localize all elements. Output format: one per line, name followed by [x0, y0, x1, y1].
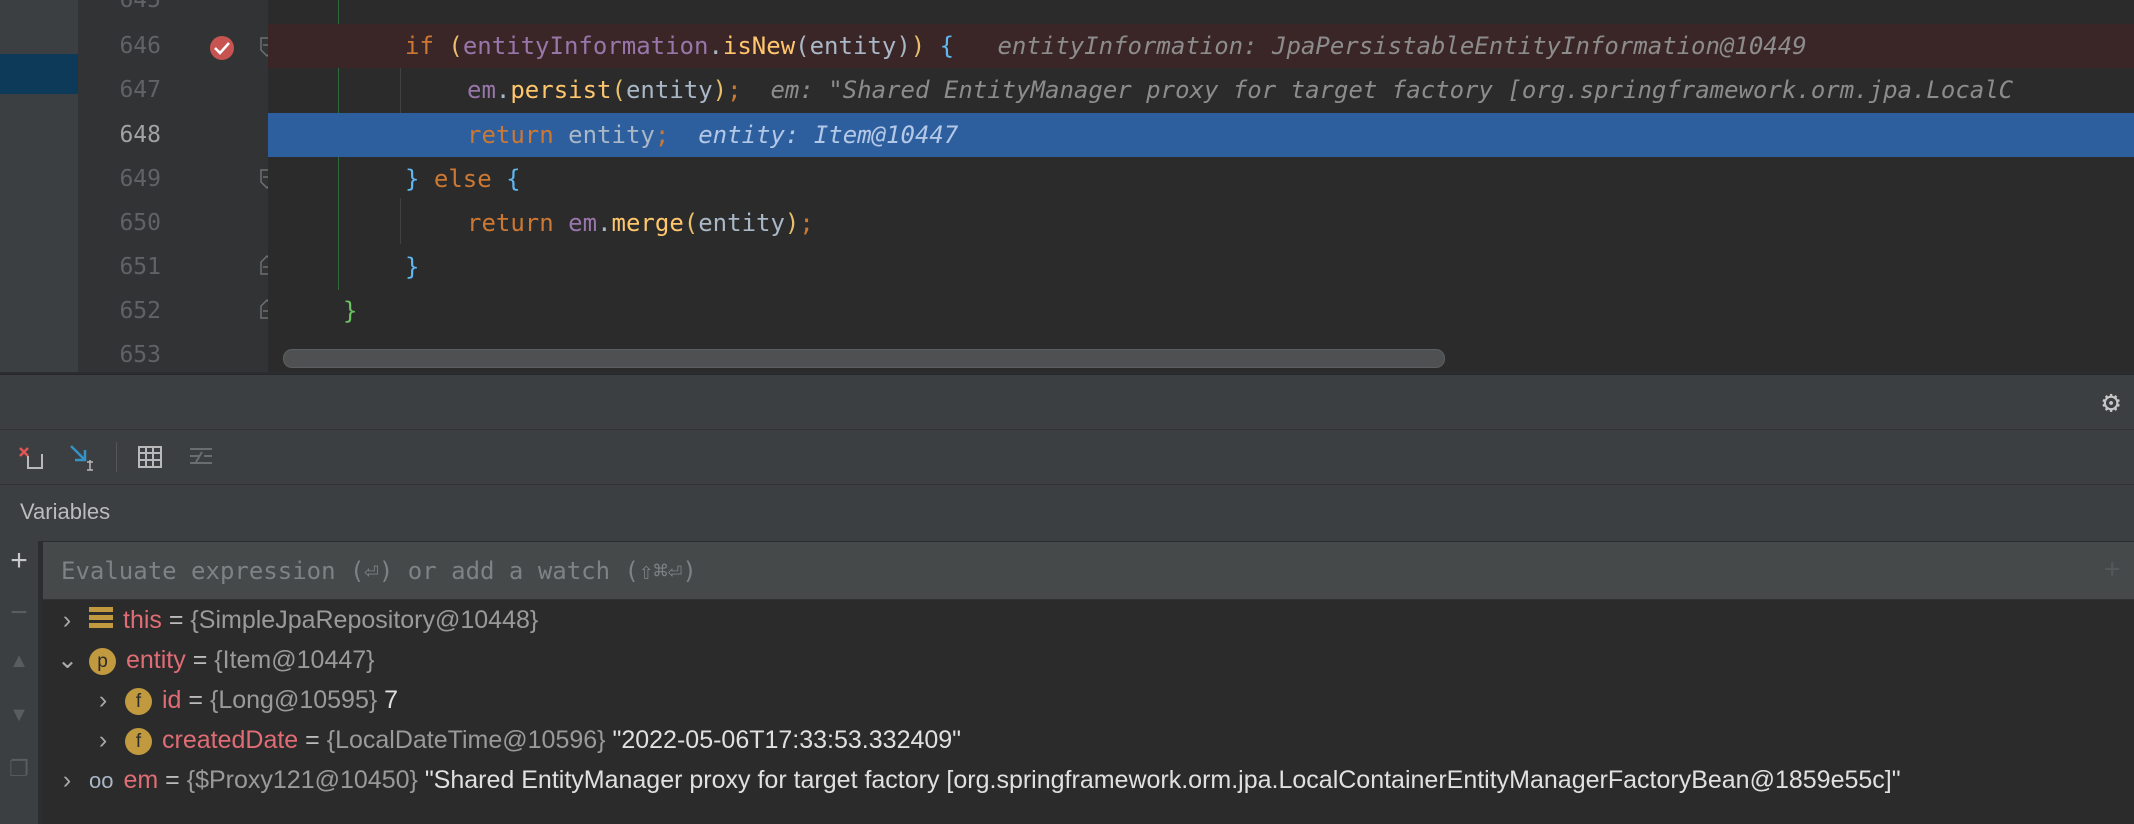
line-number: 653 — [119, 342, 161, 368]
step-into-icon[interactable] — [66, 440, 100, 474]
variables-tree: › this = {SimpleJpaRepository@10448} ⌄ p en… — [43, 600, 2134, 824]
panel-title: Variables — [20, 499, 111, 524]
line-number: 651 — [119, 254, 161, 280]
debug-toolbar — [0, 429, 2134, 485]
breakpoint-icon[interactable] — [209, 33, 239, 63]
variable-row[interactable]: › this = {SimpleJpaRepository@10448} — [57, 600, 538, 640]
mute-breakpoints-icon[interactable] — [14, 440, 48, 474]
field-icon: f — [125, 727, 152, 755]
left-tool-strip — [0, 0, 107, 372]
variable-row[interactable]: › f id = {Long@10595} 7 — [93, 680, 398, 720]
code-line-646: if (entityInformation.isNew(entity)) { e… — [268, 24, 2134, 68]
chevron-right-icon[interactable]: › — [57, 760, 77, 800]
remove-icon[interactable]: − — [0, 596, 38, 630]
left-strip-divider — [78, 0, 107, 372]
horizontal-scrollbar[interactable] — [283, 349, 1445, 368]
debug-panel-header: ⚙ — [0, 374, 2134, 430]
add-icon[interactable]: + — [0, 544, 38, 578]
gear-icon[interactable]: ⚙ — [2102, 385, 2120, 420]
code-editor[interactable]: if (entityInformation.isNew(entity)) { e… — [268, 0, 2134, 372]
code-line-650: return em.merge(entity); — [467, 209, 814, 237]
code-line-648-execution-point: return entity; entity: Item@10447 — [268, 113, 2134, 157]
line-number: 650 — [119, 210, 161, 236]
object-fields-icon — [89, 607, 113, 631]
line-number: 652 — [119, 298, 161, 324]
variables-tab-header: Variables — [0, 484, 2134, 541]
chevron-right-icon[interactable]: › — [93, 720, 113, 760]
chevron-down-icon[interactable]: ⌄ — [57, 640, 78, 680]
inline-debug-value: entityInformation: JpaPersistableEntityI… — [997, 32, 1807, 60]
toolbar-separator — [116, 442, 117, 472]
code-line-651: } — [405, 253, 420, 281]
inline-debug-value: em: "Shared EntityManager proxy for targ… — [770, 76, 2014, 104]
move-down-icon[interactable]: ▼ — [0, 704, 38, 727]
line-number-current: 648 — [119, 122, 161, 148]
watch-icon: oo — [89, 768, 114, 793]
add-watch-icon[interactable]: + — [2104, 554, 2120, 584]
line-number: 645 — [119, 0, 161, 13]
code-line-652: } — [343, 297, 358, 325]
variable-row[interactable]: › f createdDate = {LocalDateTime@10596} "2… — [93, 720, 961, 760]
table-view-icon[interactable] — [133, 440, 167, 474]
selected-tool-item[interactable] — [0, 54, 78, 94]
field-icon: f — [125, 687, 152, 715]
variable-row[interactable]: › oo em = {$Proxy121@10450} "Shared Entity… — [57, 760, 1901, 800]
chevron-right-icon[interactable]: › — [57, 600, 77, 640]
variable-row[interactable]: ⌄ p entity = {Item@10447} — [57, 640, 375, 680]
line-number: 646 — [119, 33, 161, 59]
evaluate-expression-input[interactable] — [59, 552, 2063, 590]
copy-icon[interactable]: ❐ — [0, 756, 38, 782]
line-number: 647 — [119, 77, 161, 103]
code-line-649: } else { — [405, 165, 521, 193]
evaluate-expression-box: + — [43, 542, 2134, 600]
parameter-icon: p — [89, 647, 116, 675]
inline-debug-value: entity: Item@10447 — [698, 121, 959, 149]
chevron-right-icon[interactable]: › — [93, 680, 113, 720]
layout-icon[interactable] — [184, 440, 218, 474]
line-number: 649 — [119, 166, 161, 192]
move-up-icon[interactable]: ▲ — [0, 650, 38, 673]
variables-side-toolbar: + − ▲ ▼ ❐ — [0, 540, 38, 824]
code-line-647: em.persist(entity); em: "Shared EntityMa… — [467, 76, 2014, 104]
editor-gutter[interactable]: 645 646 647 648 649 650 651 652 653 — [107, 0, 274, 372]
